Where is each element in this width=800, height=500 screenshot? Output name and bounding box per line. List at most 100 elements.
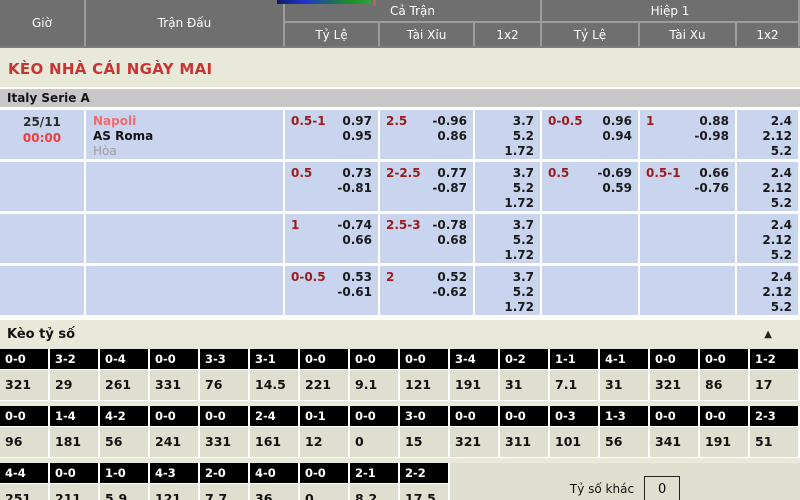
odds-2[interactable]: 5.2 xyxy=(737,248,792,263)
match-cell[interactable]: Napoli AS Roma Hòa xyxy=(86,110,283,159)
match-cell[interactable] xyxy=(86,214,283,263)
odds-x[interactable]: 2.12 xyxy=(737,285,792,300)
half-time-handicap-cell[interactable]: 0-0.5 0.96 0.94 xyxy=(542,110,638,159)
half-time-1x2-cell[interactable]: 2.4 2.12 5.2 xyxy=(737,110,798,159)
score-cell[interactable]: 1-2 17 xyxy=(750,349,798,401)
odds-away[interactable]: -0.81 xyxy=(337,181,372,196)
score-cell[interactable]: 1-4 181 xyxy=(50,406,98,458)
odds-x[interactable]: 5.2 xyxy=(475,129,534,144)
score-cell[interactable]: 3-3 76 xyxy=(200,349,248,401)
score-cell[interactable]: 0-0 221 xyxy=(300,349,348,401)
odds-under[interactable]: -0.62 xyxy=(432,285,467,300)
odds-2[interactable]: 1.72 xyxy=(475,248,534,263)
odds-over[interactable]: 0.52 xyxy=(432,270,467,285)
score-cell[interactable]: 4-1 31 xyxy=(600,349,648,401)
odds-2[interactable]: 1.72 xyxy=(475,144,534,159)
score-cell[interactable]: 3-1 14.5 xyxy=(250,349,298,401)
odds-1[interactable]: 3.7 xyxy=(475,218,534,233)
odds-under[interactable]: -0.87 xyxy=(432,181,467,196)
odds-x[interactable]: 2.12 xyxy=(737,233,792,248)
odds-home[interactable]: 0.97 xyxy=(342,114,372,129)
odds-x[interactable]: 2.12 xyxy=(737,129,792,144)
odds-over[interactable]: 0.66 xyxy=(694,166,729,181)
odds-x[interactable]: 5.2 xyxy=(475,233,534,248)
other-score-input[interactable] xyxy=(644,476,680,500)
score-cell[interactable]: 2-0 7.7 xyxy=(200,463,248,500)
score-cell[interactable]: 0-0 96 xyxy=(0,406,48,458)
full-time-handicap-cell[interactable]: 0.5 0.73 -0.81 xyxy=(285,162,378,211)
match-cell[interactable] xyxy=(86,162,283,211)
half-time-handicap-cell[interactable]: 0.5 -0.69 0.59 xyxy=(542,162,638,211)
odds-over[interactable]: -0.96 xyxy=(432,114,467,129)
full-time-handicap-cell[interactable]: 0.5-1 0.97 0.95 xyxy=(285,110,378,159)
odds-under[interactable]: 0.86 xyxy=(432,129,467,144)
odds-2[interactable]: 5.2 xyxy=(737,300,792,315)
half-time-handicap-cell[interactable] xyxy=(542,266,638,315)
score-cell[interactable]: 3-4 191 xyxy=(450,349,498,401)
score-cell[interactable]: 3-0 15 xyxy=(400,406,448,458)
odds-2[interactable]: 5.2 xyxy=(737,144,792,159)
score-cell[interactable]: 4-4 251 xyxy=(0,463,48,500)
full-time-1x2-cell[interactable]: 3.7 5.2 1.72 xyxy=(475,266,540,315)
score-cell[interactable]: 0-0 0 xyxy=(350,406,398,458)
home-team[interactable]: Napoli xyxy=(93,114,283,129)
score-cell[interactable]: 4-2 56 xyxy=(100,406,148,458)
odds-away[interactable]: 0.94 xyxy=(602,129,632,144)
odds-1[interactable]: 2.4 xyxy=(737,114,792,129)
score-cell[interactable]: 0-0 191 xyxy=(700,406,748,458)
half-time-overunder-cell[interactable]: 1 0.88 -0.98 xyxy=(640,110,735,159)
score-cell[interactable]: 4-3 121 xyxy=(150,463,198,500)
score-cell[interactable]: 0-0 331 xyxy=(200,406,248,458)
odds-home[interactable]: 0.53 xyxy=(337,270,372,285)
odds-under[interactable]: 0.68 xyxy=(432,233,467,248)
score-cell[interactable]: 0-4 261 xyxy=(100,349,148,401)
odds-away[interactable]: -0.61 xyxy=(337,285,372,300)
score-cell[interactable]: 1-0 5.9 xyxy=(100,463,148,500)
score-cell[interactable]: 0-0 86 xyxy=(700,349,748,401)
score-cell[interactable]: 0-0 321 xyxy=(0,349,48,401)
score-cell[interactable]: 1-1 7.1 xyxy=(550,349,598,401)
odds-away[interactable]: 0.66 xyxy=(337,233,372,248)
chevron-up-icon[interactable]: ▲ xyxy=(764,329,772,340)
half-time-1x2-cell[interactable]: 2.4 2.12 5.2 xyxy=(737,266,798,315)
full-time-1x2-cell[interactable]: 3.7 5.2 1.72 xyxy=(475,214,540,263)
score-cell[interactable]: 3-2 29 xyxy=(50,349,98,401)
score-cell[interactable]: 0-2 31 xyxy=(500,349,548,401)
odds-over[interactable]: -0.78 xyxy=(432,218,467,233)
score-cell[interactable]: 0-0 121 xyxy=(400,349,448,401)
score-cell[interactable]: 2-1 8.2 xyxy=(350,463,398,500)
full-time-overunder-cell[interactable]: 2-2.5 0.77 -0.87 xyxy=(380,162,473,211)
odds-1[interactable]: 2.4 xyxy=(737,218,792,233)
score-cell[interactable]: 0-0 241 xyxy=(150,406,198,458)
odds-over[interactable]: 0.88 xyxy=(694,114,729,129)
full-time-overunder-cell[interactable]: 2.5 -0.96 0.86 xyxy=(380,110,473,159)
score-cell[interactable]: 2-4 161 xyxy=(250,406,298,458)
score-cell[interactable]: 0-0 331 xyxy=(150,349,198,401)
odds-x[interactable]: 5.2 xyxy=(475,285,534,300)
half-time-overunder-cell[interactable]: 0.5-1 0.66 -0.76 xyxy=(640,162,735,211)
full-time-1x2-cell[interactable]: 3.7 5.2 1.72 xyxy=(475,162,540,211)
match-cell[interactable] xyxy=(86,266,283,315)
odds-under[interactable]: -0.98 xyxy=(694,129,729,144)
odds-home[interactable]: -0.74 xyxy=(337,218,372,233)
odds-2[interactable]: 5.2 xyxy=(737,196,792,211)
score-cell[interactable]: 0-1 12 xyxy=(300,406,348,458)
odds-1[interactable]: 2.4 xyxy=(737,270,792,285)
score-cell[interactable]: 0-0 321 xyxy=(650,349,698,401)
odds-2[interactable]: 1.72 xyxy=(475,196,534,211)
score-section-header[interactable]: Kèo tỷ số ▲ xyxy=(0,320,800,349)
odds-away[interactable]: 0.59 xyxy=(597,181,632,196)
score-cell[interactable]: 0-0 341 xyxy=(650,406,698,458)
score-cell[interactable]: 0-0 211 xyxy=(50,463,98,500)
odds-under[interactable]: -0.76 xyxy=(694,181,729,196)
full-time-1x2-cell[interactable]: 3.7 5.2 1.72 xyxy=(475,110,540,159)
odds-1[interactable]: 3.7 xyxy=(475,114,534,129)
away-team[interactable]: AS Roma xyxy=(93,129,283,144)
odds-1[interactable]: 3.7 xyxy=(475,270,534,285)
odds-1[interactable]: 3.7 xyxy=(475,166,534,181)
score-cell[interactable]: 4-0 36 xyxy=(250,463,298,500)
half-time-1x2-cell[interactable]: 2.4 2.12 5.2 xyxy=(737,162,798,211)
score-cell[interactable]: 0-0 321 xyxy=(450,406,498,458)
score-cell[interactable]: 2-2 17.5 xyxy=(400,463,448,500)
odds-1[interactable]: 2.4 xyxy=(737,166,792,181)
